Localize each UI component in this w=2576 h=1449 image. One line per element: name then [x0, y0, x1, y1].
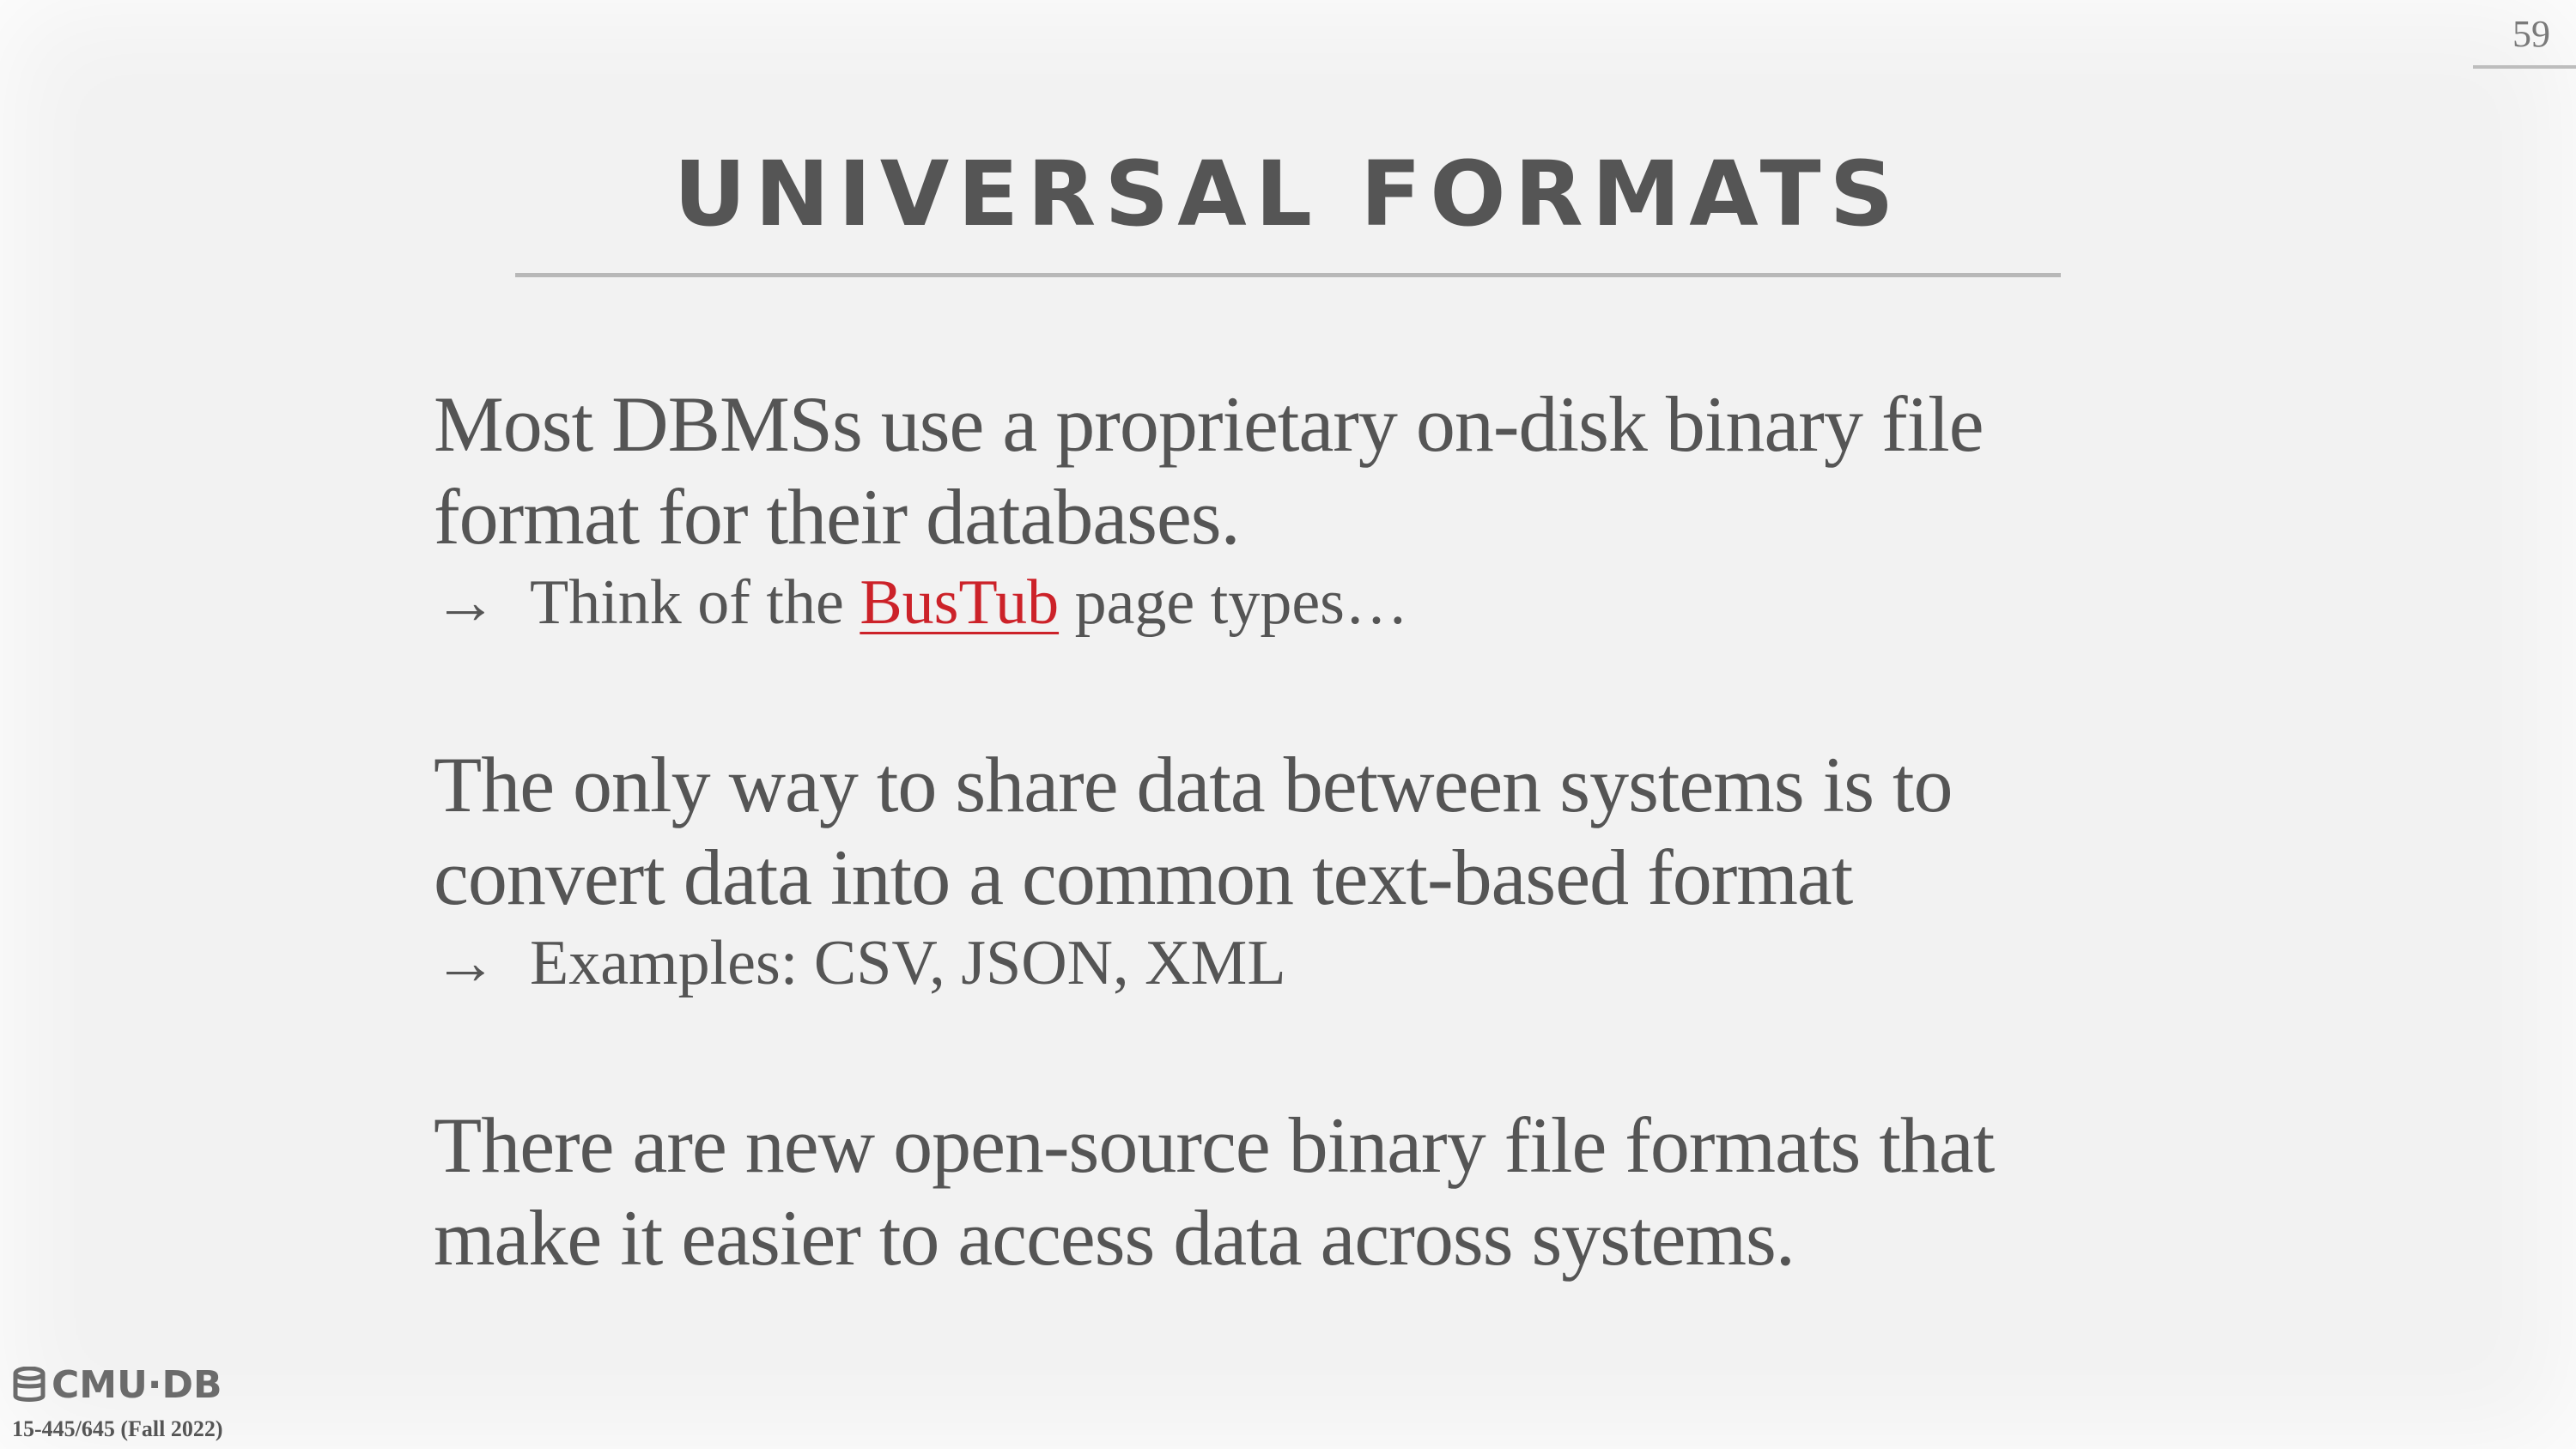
bullet-block-proprietary-formats: Most DBMSs use a proprietary on-disk bin… [434, 378, 2151, 642]
bullet-text: Most DBMSs use a proprietary on-disk bin… [434, 380, 1984, 561]
sub-bullet-text: Examples: CSV, JSON, XML [530, 928, 1286, 998]
sub-bullet: → Think of the BusTub page types… [434, 563, 2151, 642]
sub-bullet-suffix: page types… [1059, 567, 1408, 638]
bullet-text: The only way to share data between syste… [434, 741, 1953, 921]
course-label: 15-445/645 (Fall 2022) [12, 1416, 223, 1441]
sub-bullet: → Examples: CSV, JSON, XML [434, 924, 2151, 1003]
sub-bullet-prefix: Think of the [530, 567, 860, 638]
arrow-icon: → [434, 928, 497, 998]
page-number-rule [2473, 65, 2576, 69]
page-number: 59 [2512, 13, 2550, 55]
cmu-db-logo: CMU·DB [12, 1363, 222, 1407]
bustub-link[interactable]: BusTub [860, 567, 1059, 638]
title-divider [515, 273, 2061, 277]
slide-content: Most DBMSs use a proprietary on-disk bin… [434, 378, 2151, 1284]
logo-text: CMU·DB [52, 1363, 222, 1407]
arrow-icon: → [434, 567, 497, 638]
bullet-text: There are new open-source binary file fo… [434, 1101, 1995, 1282]
bullet-block-open-source-formats: There are new open-source binary file fo… [434, 1099, 2151, 1284]
slide-title: UNIVERSAL FORMATS [673, 142, 1903, 246]
bullet-block-text-formats: The only way to share data between syste… [434, 738, 2151, 1003]
database-icon [13, 1366, 46, 1402]
